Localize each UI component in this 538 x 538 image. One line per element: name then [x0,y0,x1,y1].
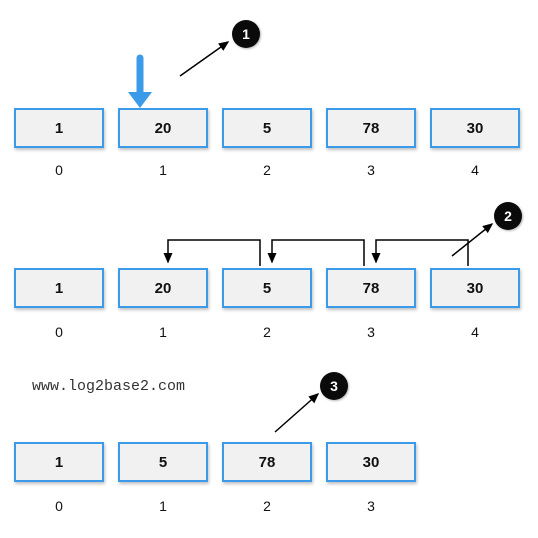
shift-arrow-icon [168,240,260,266]
array-index: 3 [326,160,416,180]
array-cell: 30 [326,442,416,482]
array-index: 4 [430,160,520,180]
shift-arrow-icon [272,240,364,266]
watermark-text: www.log2base2.com [32,378,185,395]
down-arrow-head-icon [128,92,152,108]
pointer-arrow-icon [275,394,318,432]
array-cell: 5 [222,268,312,308]
index-row-3: 0 1 2 3 [14,496,416,516]
array-index: 2 [222,160,312,180]
array-cell: 30 [430,108,520,148]
array-cell: 1 [14,108,104,148]
array-row-2: 1 20 5 78 30 [14,268,520,308]
array-cell: 5 [118,442,208,482]
array-index: 0 [14,496,104,516]
array-cell: 5 [222,108,312,148]
step-marker-1: 1 [232,20,260,48]
array-cell: 20 [118,108,208,148]
index-row-1: 0 1 2 3 4 [14,160,520,180]
array-cell: 20 [118,268,208,308]
pointer-arrow-icon [452,224,492,256]
array-index: 3 [326,496,416,516]
shift-arrow-icon [376,240,468,266]
index-row-2: 0 1 2 3 4 [14,322,520,342]
array-cell: 78 [326,108,416,148]
array-index: 4 [430,322,520,342]
array-index: 2 [222,322,312,342]
array-cell: 30 [430,268,520,308]
array-index: 1 [118,496,208,516]
pointer-arrow-icon [180,42,228,76]
array-index: 0 [14,322,104,342]
array-cell: 78 [326,268,416,308]
array-index: 3 [326,322,416,342]
step-marker-3: 3 [320,372,348,400]
array-index: 1 [118,160,208,180]
array-cell: 78 [222,442,312,482]
step-marker-2: 2 [494,202,522,230]
array-cell: 1 [14,268,104,308]
array-index: 0 [14,160,104,180]
array-index: 2 [222,496,312,516]
array-row-3: 1 5 78 30 [14,442,416,482]
array-row-1: 1 20 5 78 30 [14,108,520,148]
array-index: 1 [118,322,208,342]
array-cell: 1 [14,442,104,482]
